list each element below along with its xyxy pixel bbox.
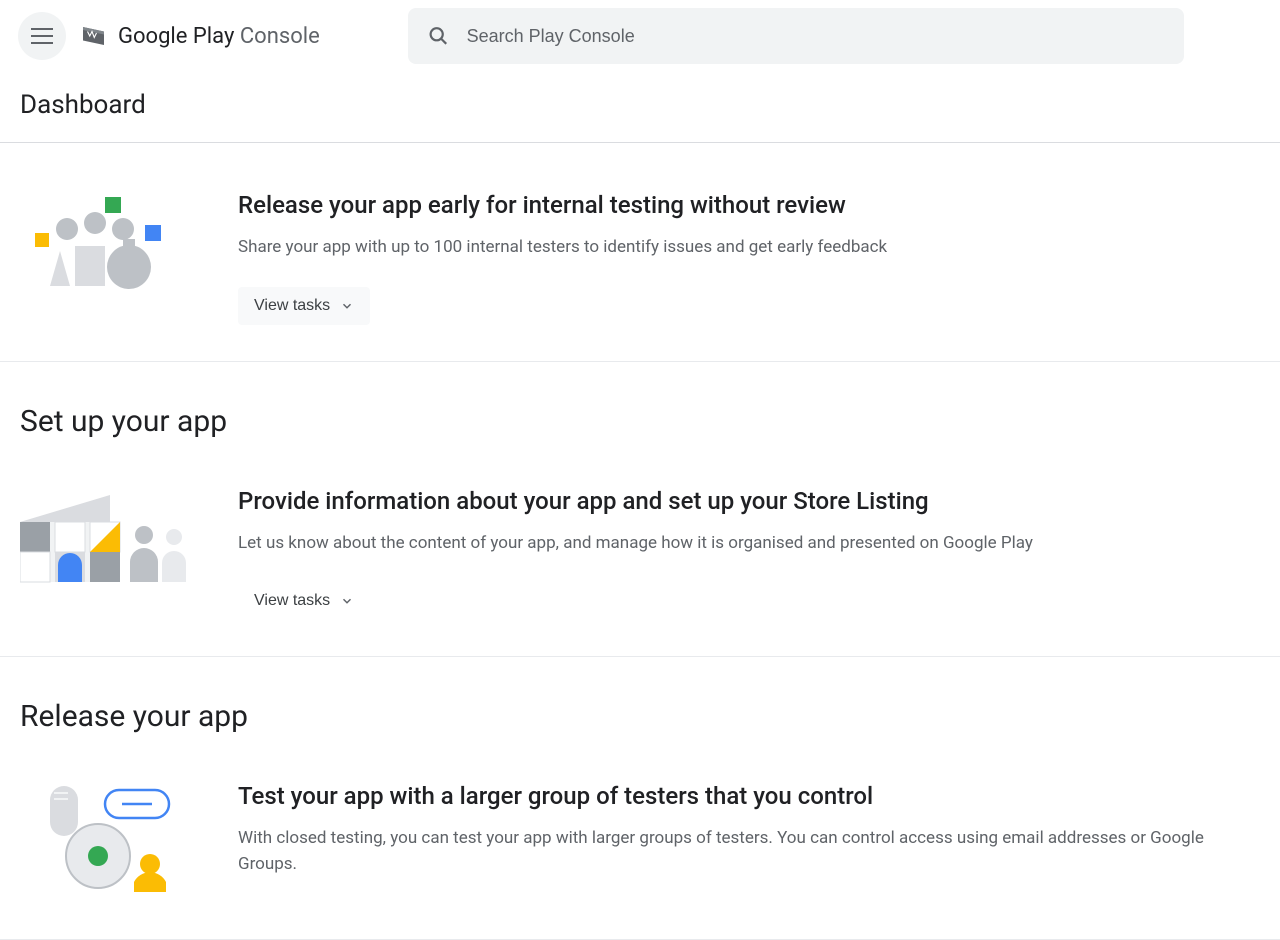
hamburger-icon — [31, 28, 53, 44]
illustration-store-listing — [20, 487, 190, 587]
app-header: Google Play Console — [0, 0, 1280, 72]
card-store-listing: Provide information about your app and s… — [0, 439, 1280, 658]
illustration-closed-testing — [20, 782, 190, 892]
view-tasks-button[interactable]: View tasks — [238, 287, 370, 325]
card-closed-testing: Test your app with a larger group of tes… — [0, 734, 1280, 940]
button-label: View tasks — [254, 592, 330, 610]
card-content: Release your app early for internal test… — [238, 191, 1260, 325]
chevron-down-icon — [340, 594, 354, 608]
card-content: Provide information about your app and s… — [238, 487, 1260, 621]
card-content: Test your app with a larger group of tes… — [238, 782, 1260, 903]
card-internal-testing: Release your app early for internal test… — [0, 143, 1280, 362]
card-title: Test your app with a larger group of tes… — [238, 782, 1260, 810]
menu-button[interactable] — [18, 12, 66, 60]
search-input[interactable] — [467, 26, 1164, 47]
page-title: Dashboard — [0, 72, 1280, 143]
card-title: Provide information about your app and s… — [238, 487, 1260, 515]
chevron-down-icon — [340, 299, 354, 313]
view-tasks-button[interactable]: View tasks — [238, 582, 370, 620]
logo-text: Google Play Console — [118, 24, 320, 49]
card-title: Release your app early for internal test… — [238, 191, 1260, 219]
section-setup-app: Set up your app — [0, 362, 1280, 439]
section-release-app: Release your app — [0, 657, 1280, 734]
card-description: Let us know about the content of your ap… — [238, 531, 1260, 557]
card-description: With closed testing, you can test your a… — [238, 826, 1260, 877]
search-icon — [428, 25, 449, 47]
illustration-internal-testing — [20, 191, 190, 291]
play-icon — [80, 21, 110, 51]
play-console-logo[interactable]: Google Play Console — [80, 21, 320, 51]
search-box[interactable] — [408, 8, 1184, 64]
button-label: View tasks — [254, 297, 330, 315]
card-description: Share your app with up to 100 internal t… — [238, 235, 1260, 261]
